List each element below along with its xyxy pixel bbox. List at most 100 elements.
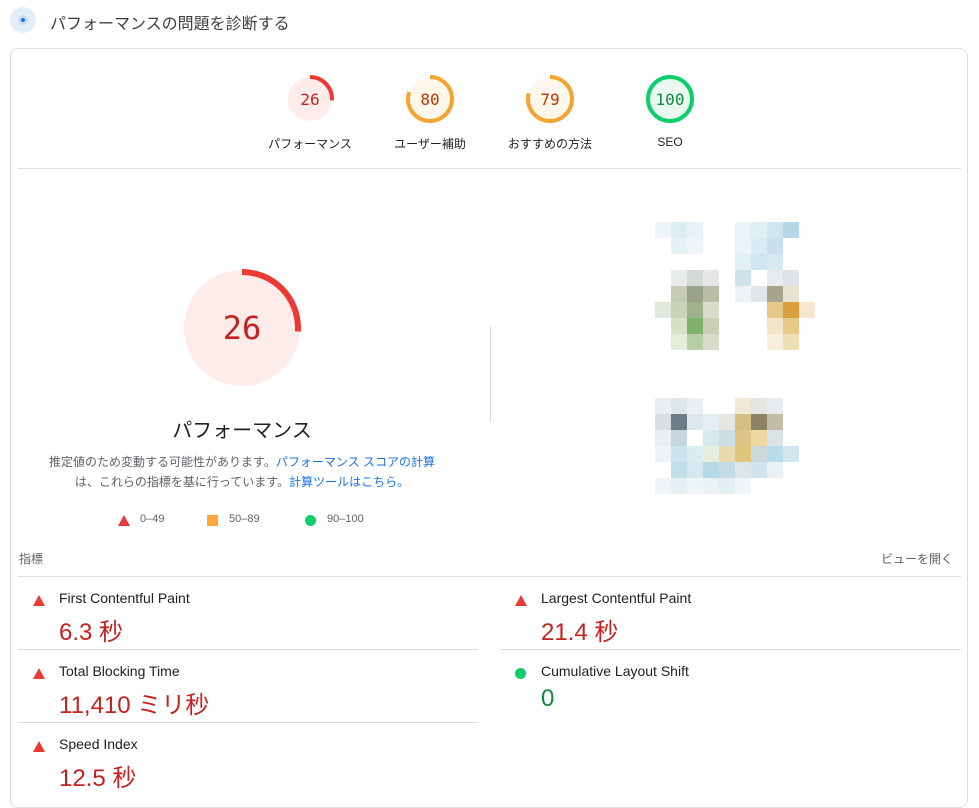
thumbnail-pixel bbox=[687, 462, 703, 478]
category-label: パフォーマンス bbox=[268, 137, 352, 151]
triangle-icon bbox=[515, 595, 527, 606]
thumbnail-pixel bbox=[703, 334, 719, 350]
thumbnail-pixel bbox=[751, 286, 767, 302]
accessibility-gauge-icon: 80 bbox=[406, 75, 454, 123]
desc-text: は、これらの指標を基に行っています。 bbox=[74, 475, 290, 489]
calculator-link[interactable]: 計算ツールはこちら。 bbox=[289, 475, 409, 489]
metric-cumulative-layout-shift: Cumulative Layout Shift 0 bbox=[515, 663, 955, 735]
thumbnail-pixel bbox=[687, 238, 703, 254]
metric-total-blocking-time: Total Blocking Time 11,410 ミリ秒 bbox=[33, 663, 473, 735]
circle-icon bbox=[305, 515, 316, 526]
performance-title: パフォーマンス bbox=[172, 420, 312, 442]
thumbnail-pixel bbox=[735, 414, 751, 430]
svg-text:80: 80 bbox=[420, 90, 439, 109]
thumbnail-pixel bbox=[703, 286, 719, 302]
thumbnail-pixel bbox=[671, 446, 687, 462]
thumbnail-pixel bbox=[767, 270, 783, 286]
lighthouse-icon bbox=[10, 7, 36, 33]
thumbnail-pixel bbox=[751, 238, 767, 254]
thumbnail-pixel bbox=[783, 222, 799, 238]
thumbnail-pixel bbox=[767, 302, 783, 318]
thumbnail-pixel bbox=[703, 302, 719, 318]
vertical-divider bbox=[490, 326, 491, 422]
thumbnail-pixel bbox=[687, 446, 703, 462]
category-gauge-seo[interactable]: 100 SEO bbox=[610, 72, 730, 149]
expand-view-button[interactable]: ビューを開く bbox=[881, 550, 953, 567]
category-gauge-performance[interactable]: 26 パフォーマンス bbox=[250, 72, 370, 152]
thumbnail-pixel bbox=[671, 430, 687, 446]
thumbnail-pixel bbox=[655, 302, 671, 318]
thumbnail-pixel bbox=[687, 286, 703, 302]
thumbnail-pixel bbox=[671, 478, 687, 494]
thumbnail-pixel bbox=[799, 302, 815, 318]
metric-largest-contentful-paint: Largest Contentful Paint 21.4 秒 bbox=[515, 590, 955, 662]
triangle-icon bbox=[118, 515, 130, 526]
divider bbox=[18, 722, 478, 723]
performance-gauge-icon: 26 bbox=[286, 75, 334, 123]
thumbnail-pixel bbox=[767, 462, 783, 478]
page-title: パフォーマンスの問題を診断する bbox=[50, 16, 290, 33]
thumbnail-pixel bbox=[735, 430, 751, 446]
thumbnail-pixel bbox=[767, 334, 783, 350]
thumbnail-pixel bbox=[719, 462, 735, 478]
thumbnail-pixel bbox=[687, 222, 703, 238]
final-screenshot-thumbnail[interactable] bbox=[655, 222, 845, 512]
category-label: ユーザー補助 bbox=[394, 137, 466, 151]
thumbnail-pixel bbox=[703, 462, 719, 478]
thumbnail-pixel bbox=[655, 222, 671, 238]
svg-text:26: 26 bbox=[300, 90, 319, 109]
svg-text:79: 79 bbox=[540, 90, 559, 109]
thumbnail-pixel bbox=[671, 238, 687, 254]
divider bbox=[18, 576, 961, 577]
svg-text:26: 26 bbox=[223, 309, 262, 347]
thumbnail-pixel bbox=[671, 302, 687, 318]
thumbnail-pixel bbox=[687, 334, 703, 350]
thumbnail-pixel bbox=[735, 254, 751, 270]
thumbnail-pixel bbox=[783, 318, 799, 334]
thumbnail-pixel bbox=[783, 446, 799, 462]
triangle-icon bbox=[33, 595, 45, 606]
triangle-icon bbox=[33, 668, 45, 679]
thumbnail-pixel bbox=[735, 222, 751, 238]
thumbnail-pixel bbox=[719, 446, 735, 462]
thumbnail-pixel bbox=[735, 286, 751, 302]
thumbnail-pixel bbox=[687, 318, 703, 334]
thumbnail-pixel bbox=[687, 302, 703, 318]
thumbnail-pixel bbox=[751, 414, 767, 430]
thumbnail-pixel bbox=[783, 302, 799, 318]
square-icon bbox=[207, 515, 218, 526]
thumbnail-pixel bbox=[671, 462, 687, 478]
divider bbox=[18, 649, 478, 650]
performance-description: 推定値のため変動する可能性があります。パフォーマンス スコアの計算 は、これらの… bbox=[0, 452, 484, 492]
thumbnail-pixel bbox=[751, 398, 767, 414]
thumbnail-pixel bbox=[655, 398, 671, 414]
thumbnail-pixel bbox=[751, 222, 767, 238]
thumbnail-pixel bbox=[767, 398, 783, 414]
circle-icon bbox=[515, 668, 526, 679]
category-gauge-best-practices[interactable]: 79 おすすめの方法 bbox=[490, 72, 610, 152]
performance-score-gauge: 26 bbox=[183, 269, 301, 387]
category-label: おすすめの方法 bbox=[507, 137, 592, 151]
category-gauge-accessibility[interactable]: 80 ユーザー補助 bbox=[370, 72, 490, 152]
divider bbox=[501, 649, 961, 650]
thumbnail-pixel bbox=[767, 446, 783, 462]
thumbnail-pixel bbox=[719, 478, 735, 494]
thumbnail-pixel bbox=[719, 430, 735, 446]
score-calculation-link[interactable]: パフォーマンス スコアの計算 bbox=[276, 455, 435, 469]
thumbnail-pixel bbox=[735, 446, 751, 462]
metric-first-contentful-paint: First Contentful Paint 6.3 秒 bbox=[33, 590, 473, 662]
thumbnail-pixel bbox=[751, 254, 767, 270]
thumbnail-pixel bbox=[655, 414, 671, 430]
thumbnail-pixel bbox=[767, 318, 783, 334]
thumbnail-pixel bbox=[703, 414, 719, 430]
thumbnail-pixel bbox=[687, 414, 703, 430]
triangle-icon bbox=[33, 741, 45, 752]
desc-text: 推定値のため変動する可能性があります。 bbox=[49, 455, 276, 469]
thumbnail-pixel bbox=[767, 222, 783, 238]
thumbnail-pixel bbox=[703, 430, 719, 446]
thumbnail-pixel bbox=[767, 430, 783, 446]
thumbnail-pixel bbox=[783, 270, 799, 286]
thumbnail-pixel bbox=[703, 446, 719, 462]
thumbnail-pixel bbox=[671, 334, 687, 350]
thumbnail-pixel bbox=[671, 414, 687, 430]
